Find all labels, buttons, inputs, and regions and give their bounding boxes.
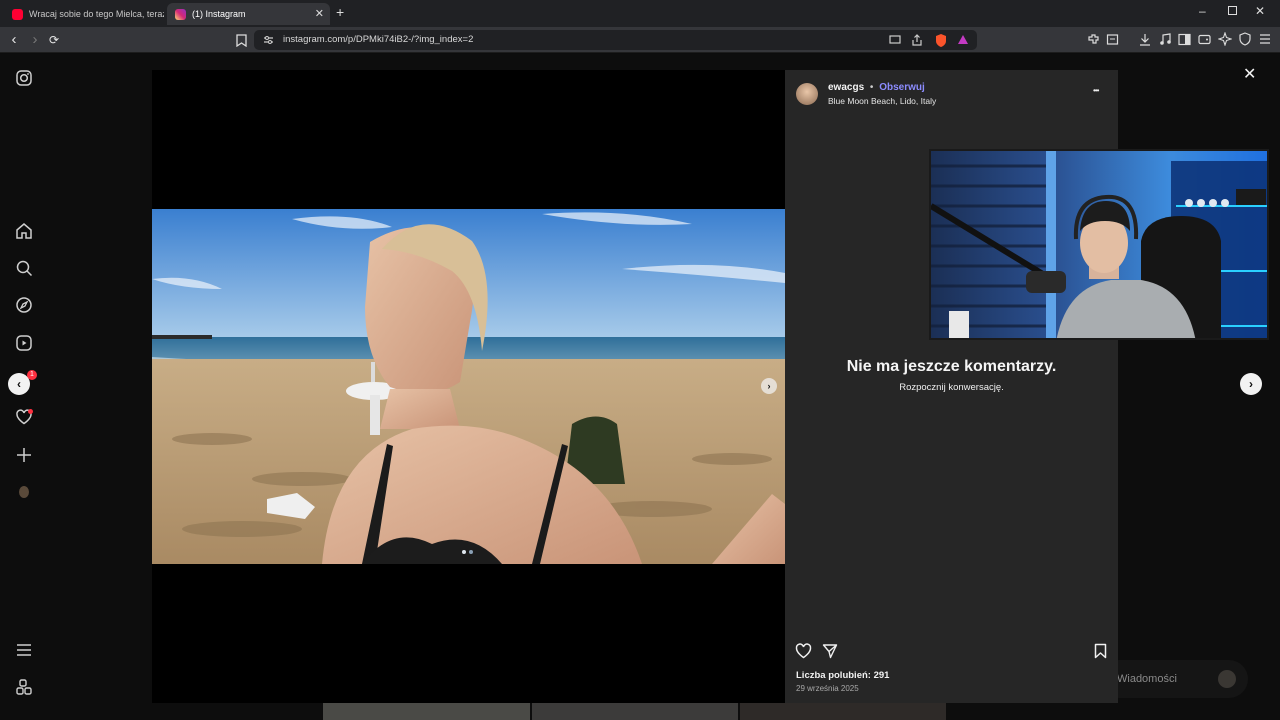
- explore-icon[interactable]: [15, 296, 33, 314]
- reels-icon[interactable]: [15, 334, 33, 352]
- author-avatar[interactable]: [796, 83, 818, 105]
- close-tab-icon[interactable]: ✕: [315, 7, 324, 20]
- feed-thumbnail: [323, 703, 530, 720]
- brave-shields-icon[interactable]: [935, 33, 947, 47]
- instagram-icon[interactable]: [15, 69, 33, 87]
- share-post-icon[interactable]: [822, 643, 838, 659]
- wallet-icon[interactable]: [1198, 33, 1211, 46]
- browser-tab-bar: Wracaj sobie do tego Mielca, teraz m (1)…: [0, 0, 1280, 27]
- follow-button[interactable]: Obserwuj: [879, 82, 925, 93]
- site-settings-icon[interactable]: [263, 35, 274, 45]
- sidebar-toggle-icon[interactable]: [1178, 33, 1191, 46]
- leo-ai-icon[interactable]: [1218, 32, 1232, 46]
- search-icon[interactable]: [15, 259, 33, 277]
- beach-photo-image: [152, 209, 785, 564]
- address-bar[interactable]: instagram.com/p/DPMki74iB2-/?img_index=2: [254, 30, 977, 50]
- more-options-icon[interactable]: •••: [1093, 86, 1099, 95]
- restore-window-icon[interactable]: [1228, 6, 1237, 15]
- extension-icon[interactable]: [1106, 33, 1119, 46]
- previous-post-button[interactable]: ‹: [8, 373, 30, 395]
- extensions-icon[interactable]: [1087, 33, 1100, 46]
- cast-icon[interactable]: [889, 35, 901, 45]
- author-username[interactable]: ewacgs: [828, 82, 864, 93]
- carousel-dot-2: [469, 550, 473, 554]
- post-date[interactable]: 29 września 2025: [796, 684, 859, 693]
- feed-thumbnail: [740, 703, 946, 720]
- media-controls-icon[interactable]: [1159, 33, 1171, 46]
- no-comments-title: Nie ma jeszcze komentarzy.: [846, 358, 1057, 375]
- carousel-dot-1: [462, 550, 466, 554]
- no-comments-subtitle: Rozpocznij konwersację.: [899, 382, 1004, 393]
- like-heart-icon[interactable]: [795, 643, 812, 659]
- reload-icon[interactable]: ⟳: [46, 32, 62, 48]
- also-from-meta-icon[interactable]: [15, 678, 33, 696]
- messages-button[interactable]: Wiadomości: [1100, 660, 1248, 698]
- forward-icon[interactable]: ›: [27, 32, 43, 48]
- separator: •: [869, 82, 874, 93]
- next-post-button[interactable]: ›: [1240, 373, 1262, 395]
- close-modal-icon[interactable]: ✕: [1243, 64, 1256, 84]
- vpn-icon[interactable]: [1239, 32, 1251, 46]
- new-tab-button[interactable]: +: [336, 4, 344, 20]
- minimize-window-icon[interactable]: –: [1199, 4, 1206, 18]
- webcam-video-image: [931, 151, 1267, 338]
- notification-dot: [28, 409, 33, 414]
- carousel-next-button[interactable]: ›: [761, 378, 777, 394]
- feed-thumbnail: [532, 703, 738, 720]
- likes-count[interactable]: Liczba polubień: 291: [796, 670, 889, 681]
- author-line: ewacgs • Obserwuj: [828, 82, 925, 93]
- url-text: instagram.com/p/DPMki74iB2-/?img_index=2: [283, 34, 474, 45]
- tab-title: Wracaj sobie do tego Mielca, teraz m: [29, 9, 164, 19]
- brave-rewards-icon[interactable]: [957, 34, 969, 45]
- youtube-favicon-icon: [12, 8, 23, 20]
- browser-toolbar: ‹ › ⟳ instagram.com/p/DPMki74iB2-/?img_i…: [0, 27, 1280, 53]
- close-window-icon[interactable]: ✕: [1255, 4, 1265, 18]
- bookmark-page-icon[interactable]: [236, 34, 247, 47]
- share-icon[interactable]: [911, 34, 923, 46]
- browser-menu-icon[interactable]: [1259, 34, 1271, 44]
- downloads-icon[interactable]: [1139, 33, 1151, 46]
- tab-title: (1) Instagram: [192, 9, 246, 19]
- profile-avatar[interactable]: [19, 486, 29, 498]
- messages-avatar: [1218, 670, 1236, 688]
- streamer-webcam-overlay: [929, 149, 1269, 340]
- menu-icon[interactable]: [15, 641, 33, 659]
- browser-tab-instagram[interactable]: (1) Instagram ✕: [167, 3, 330, 25]
- save-bookmark-icon[interactable]: [1094, 643, 1107, 659]
- messages-label: Wiadomości: [1117, 673, 1177, 685]
- post-location[interactable]: Blue Moon Beach, Lido, Italy: [828, 96, 936, 106]
- back-icon[interactable]: ‹: [6, 32, 22, 48]
- create-icon[interactable]: [15, 446, 33, 464]
- instagram-favicon-icon: [175, 8, 186, 20]
- post-photo: [152, 209, 785, 564]
- browser-tab-youtube[interactable]: Wracaj sobie do tego Mielca, teraz m: [4, 3, 164, 25]
- home-icon[interactable]: [15, 222, 33, 240]
